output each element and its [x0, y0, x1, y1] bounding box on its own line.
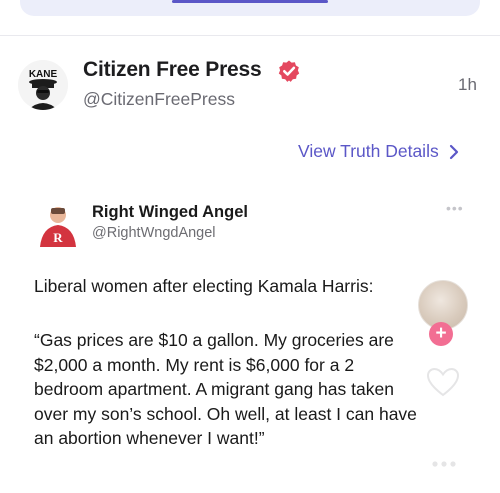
- heart-icon: [426, 367, 460, 397]
- avatar-text: KANE: [29, 69, 58, 80]
- author-name[interactable]: Citizen Free Press: [83, 58, 262, 82]
- quote-line: an abortion whenever I want!”: [34, 428, 265, 448]
- view-truth-details-link[interactable]: View Truth Details: [298, 141, 459, 162]
- more-dots-icon: [432, 461, 456, 467]
- more-dots-icon: •••: [446, 200, 464, 216]
- verified-badge-icon: [278, 60, 300, 82]
- post-timestamp: 1h: [458, 75, 477, 94]
- author-handle[interactable]: @CitizenFreePress: [83, 89, 235, 110]
- embedded-quote: “Gas prices are $10 a gallon. My groceri…: [34, 328, 454, 451]
- follow-plus-badge: +: [429, 322, 453, 346]
- author-avatar[interactable]: KANE: [18, 60, 68, 110]
- divider: [0, 35, 500, 36]
- quote-line: $2,000 a month. My rent is $6,000 for a …: [34, 354, 355, 375]
- quote-line: bedroom apartment. A migrant gang has ta…: [34, 379, 394, 399]
- chevron-right-icon: [449, 144, 458, 159]
- active-tab-indicator: [172, 0, 328, 3]
- embedded-intro-text: Liberal women after electing Kamala Harr…: [34, 276, 374, 296]
- embedded-author-avatar: R: [40, 207, 76, 247]
- embedded-author-name: Right Winged Angel: [92, 203, 248, 221]
- quote-line: over my son’s school. Oh well, at least …: [34, 403, 417, 424]
- quote-line: “Gas prices are $10 a gallon. My groceri…: [34, 330, 394, 350]
- top-tab-strip: [0, 0, 500, 36]
- view-truth-details-label: View Truth Details: [298, 141, 439, 161]
- embedded-avatar-letter: R: [53, 230, 63, 245]
- embedded-post-image[interactable]: R Right Winged Angel @RightWngdAngel •••…: [0, 188, 500, 493]
- embedded-author-handle: @RightWngdAngel: [92, 225, 216, 241]
